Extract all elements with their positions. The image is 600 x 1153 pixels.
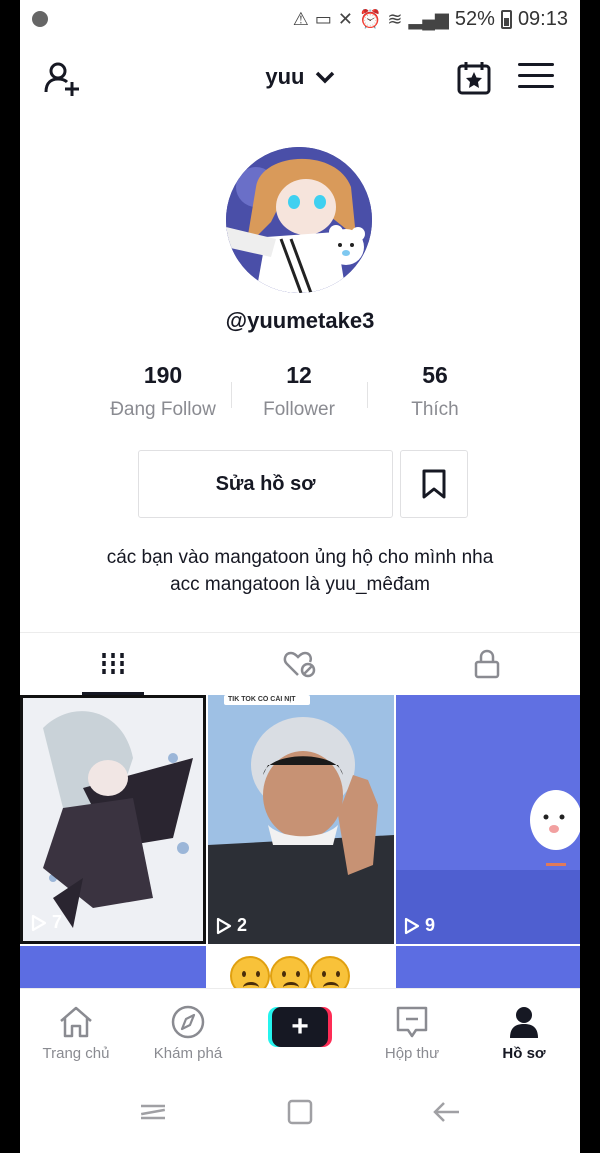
stat-value: 12 [286,362,312,388]
account-name: yuu [265,64,305,89]
status-right: ⚠ ▭ ✕ ⏰ ≋ ▂▄▆ 52% 09:13 [293,8,568,31]
view-count-value: 2 [237,915,248,935]
lock-icon [474,649,499,679]
video-thumbnail-art [23,698,203,941]
inbox-icon [396,1006,428,1038]
profile-icon [510,1007,538,1038]
bio-line: các bạn vào mangatoon ủng hộ cho mình nh… [106,547,494,568]
liked-hidden-icon [283,651,316,678]
nav-label: Hộp thư [384,1045,440,1062]
alarm-icon: ⏰ [358,8,382,29]
video-thumbnail[interactable]: 7 [20,695,206,944]
notification-dot-icon [32,11,48,27]
home-button-icon[interactable] [284,1096,316,1128]
play-outline-icon [216,917,232,934]
account-switcher[interactable]: yuu [20,64,580,90]
nav-inbox[interactable]: Hộp thư [356,989,468,1068]
username: @yuumetake3 [225,308,375,333]
recent-apps-icon[interactable] [137,1096,169,1128]
edit-profile-button[interactable]: Sửa hồ sơ [138,450,393,518]
play-outline-icon [31,914,47,931]
compass-icon [171,1005,205,1039]
battery-icon [500,9,512,29]
nav-label: Trang chủ [42,1045,110,1062]
menu-icon[interactable] [518,63,554,93]
stat-followers[interactable]: 12 Follower [231,362,367,432]
view-count: 9 [404,915,435,936]
view-count-value: 9 [425,915,436,935]
stat-label: Đang Follow [110,399,216,420]
chevron-down-icon [315,71,334,84]
profile-bio: các bạn vào mangatoon ủng hộ cho mình nh… [20,544,580,598]
view-count: 2 [216,915,247,936]
tab-liked[interactable] [207,633,394,695]
bottom-navigation: Trang chủ Khám phá + Hộp thư Hồ sơ [20,988,580,1068]
tab-private[interactable] [393,633,580,695]
cast-icon: ▭ [314,8,332,29]
stat-label: Follower [263,399,335,420]
view-count: 7 [31,912,62,933]
mute-icon: ✕ [337,8,353,29]
video-thumbnail-art [396,695,580,944]
avatar[interactable] [226,147,372,293]
video-grid: 7 TIK TOK CÓ CÁI NỊT 2 9 [20,695,580,1006]
nav-discover[interactable]: Khám phá [132,989,244,1068]
profile-header: yuu [20,48,580,108]
avatar-illustration [226,147,372,293]
bookmark-icon [422,469,446,499]
play-outline-icon [404,917,420,934]
stat-value: 56 [422,362,448,388]
plus-icon: + [272,1007,328,1047]
video-thumbnail[interactable]: TIK TOK CÓ CÁI NỊT 2 [208,695,394,944]
nav-label: Hồ sơ [502,1045,546,1062]
video-thumbnail[interactable]: 9 [396,695,580,944]
nav-profile[interactable]: Hồ sơ [468,989,580,1068]
create-button[interactable]: + [268,1007,332,1047]
favorites-button[interactable] [400,450,468,518]
nav-create[interactable]: + [244,989,356,1068]
stat-label: Thích [411,399,459,420]
home-icon [60,1006,92,1038]
warning-icon: ⚠ [292,8,309,29]
view-count-value: 7 [52,912,63,932]
clock: 09:13 [517,7,568,30]
video-banner: TIK TOK CÓ CÁI NỊT [224,695,310,705]
grid-icon [102,653,125,675]
system-navigation [20,1070,580,1153]
stat-value: 190 [143,362,183,388]
stat-following[interactable]: 190 Đang Follow [95,362,231,432]
phone-screen: ⚠ ▭ ✕ ⏰ ≋ ▂▄▆ 52% 09:13 yuu @yuumetake3 … [20,0,580,1153]
battery-percent: 52% [454,7,495,30]
back-arrow-icon[interactable] [431,1096,463,1128]
profile-stats: 190 Đang Follow 12 Follower 56 Thích [95,362,505,432]
wifi-icon: ≋ [387,8,403,29]
status-bar: ⚠ ▭ ✕ ⏰ ≋ ▂▄▆ 52% 09:13 [20,0,580,38]
profile-tabs [20,632,580,695]
nav-home[interactable]: Trang chủ [20,989,132,1068]
nav-label: Khám phá [153,1045,223,1062]
tab-videos[interactable] [20,633,207,695]
signal-icon: ▂▄▆ [408,8,449,29]
video-thumbnail-art [208,695,394,944]
calendar-star-icon[interactable] [456,60,492,96]
bio-line: acc mangatoon là yuu_mêđam [170,574,430,595]
stat-likes[interactable]: 56 Thích [367,362,503,432]
